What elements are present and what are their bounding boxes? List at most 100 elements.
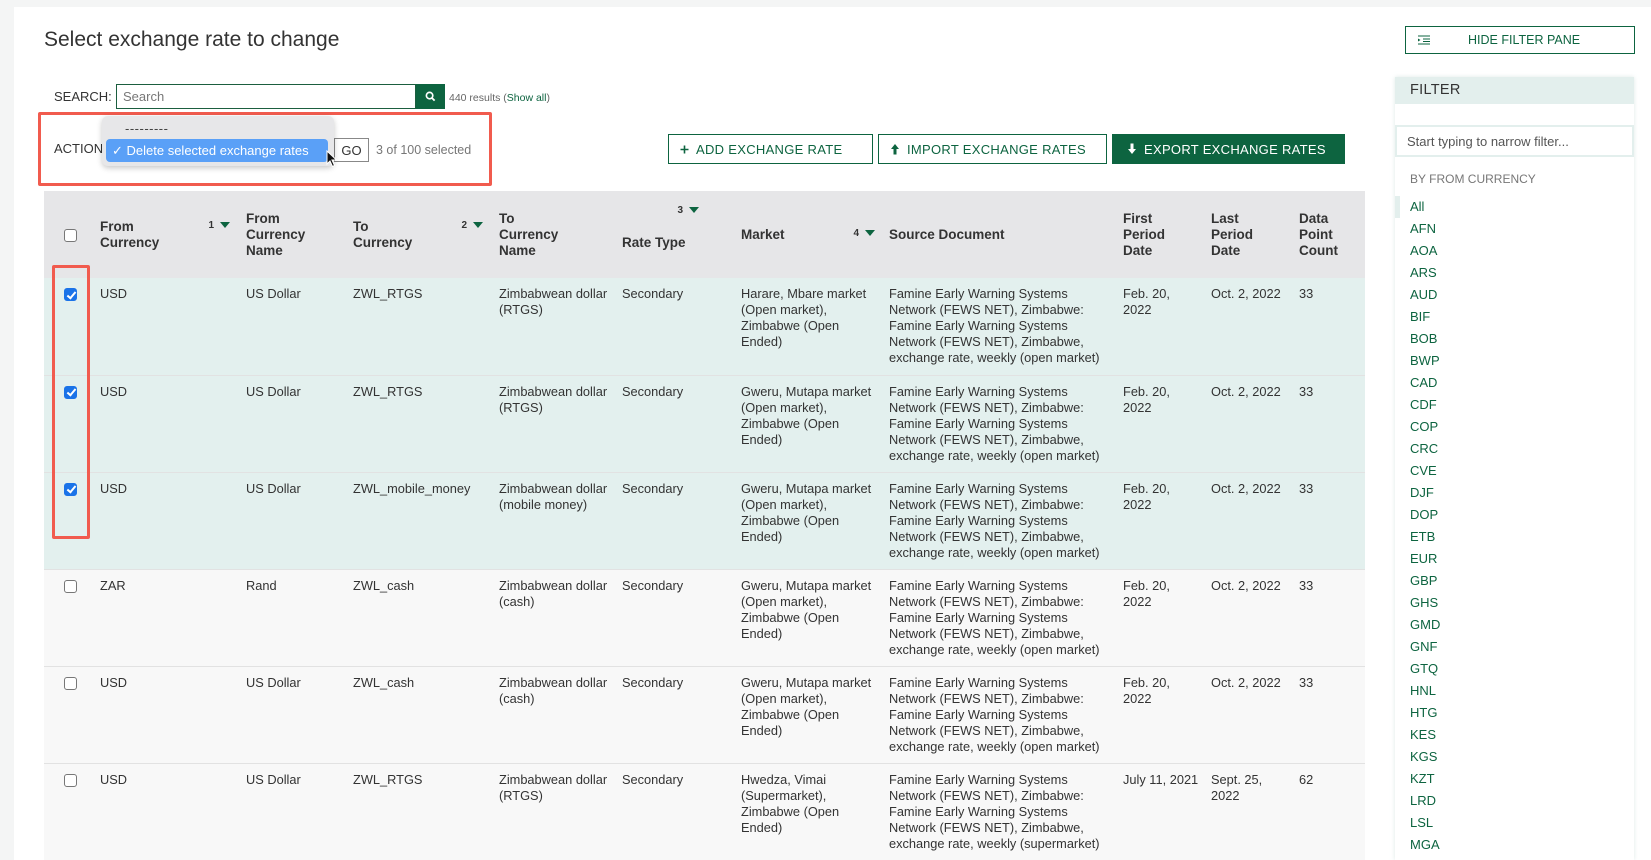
filter-item-cad[interactable]: CAD [1395, 372, 1634, 394]
column-header-to-currency[interactable]: To Currency 2 [347, 191, 493, 278]
filter-item-mga[interactable]: MGA [1395, 834, 1634, 856]
cell-rate-type: Secondary [616, 278, 735, 376]
plus-icon [680, 145, 689, 154]
table-header-row: From Currency 1 From Currency Name To Cur… [44, 191, 1365, 278]
column-header-last-period-date[interactable]: Last Period Date [1205, 191, 1293, 278]
filter-search-input[interactable] [1395, 125, 1634, 157]
filter-item-all[interactable]: All [1395, 196, 1634, 218]
search-button[interactable] [416, 84, 445, 109]
filter-item-lsl[interactable]: LSL [1395, 812, 1634, 834]
cell-to-currency: ZWL_RTGS [347, 763, 493, 860]
cell-last-period-date: Oct. 2, 2022 [1205, 278, 1293, 376]
filter-item-ars[interactable]: ARS [1395, 262, 1634, 284]
filter-item-bif[interactable]: BIF [1395, 306, 1634, 328]
action-option-delete[interactable]: ✓ Delete selected exchange rates [106, 139, 328, 162]
filter-item-aoa[interactable]: AOA [1395, 240, 1634, 262]
annotation-highlight-checkboxes [52, 265, 90, 539]
cell-first-period-date: Feb. 20, 2022 [1117, 569, 1205, 667]
filter-item-htg[interactable]: HTG [1395, 702, 1634, 724]
action-option-blank[interactable]: --------- [125, 121, 168, 136]
filter-item-djf[interactable]: DJF [1395, 482, 1634, 504]
filter-item-gnf[interactable]: GNF [1395, 636, 1634, 658]
cell-to-currency: ZWL_RTGS [347, 375, 493, 473]
filter-item-gmd[interactable]: GMD [1395, 614, 1634, 636]
column-header-market[interactable]: Market 4 [735, 191, 883, 278]
cell-to-currency-name: Zimbabwean dollar (RTGS) [493, 375, 616, 473]
go-button[interactable]: GO [334, 138, 369, 162]
add-exchange-rate-button[interactable]: ADD EXCHANGE RATE [668, 134, 873, 164]
filter-item-cdf[interactable]: CDF [1395, 394, 1634, 416]
cell-source-document: Famine Early Warning Systems Network (FE… [883, 472, 1117, 570]
filter-item-cop[interactable]: COP [1395, 416, 1634, 438]
column-header-from-currency[interactable]: From Currency 1 [94, 191, 240, 278]
filter-title: FILTER [1395, 77, 1634, 104]
column-header-source-document[interactable]: Source Document [883, 191, 1117, 278]
sort-indicator[interactable]: 2 [461, 218, 483, 234]
column-header-data-point-count[interactable]: Data Point Count [1293, 191, 1365, 278]
filter-item-kgs[interactable]: KGS [1395, 746, 1634, 768]
cell-market: Gweru, Mutapa market (Open market), Zimb… [735, 375, 883, 473]
cell-from-currency[interactable]: ZAR [94, 569, 240, 667]
column-header-label: Source Document [889, 226, 1005, 242]
table-row[interactable]: USD US Dollar ZWL_RTGS Zimbabwean dollar (R… [44, 375, 1365, 473]
search-input[interactable] [116, 84, 416, 109]
filter-item-gbp[interactable]: GBP [1395, 570, 1634, 592]
row-checkbox[interactable] [64, 676, 77, 690]
filter-item-kes[interactable]: KES [1395, 724, 1634, 746]
column-header-label: Rate Type [622, 234, 686, 250]
table-row[interactable]: USD US Dollar ZWL_mobile_money Zimbabwean d… [44, 472, 1365, 570]
column-header-label: From Currency Name [246, 210, 306, 258]
filter-item-ghs[interactable]: GHS [1395, 592, 1634, 614]
cell-from-currency[interactable]: USD [94, 278, 240, 376]
mouse-cursor-icon [326, 150, 338, 168]
column-header-from-currency-name[interactable]: From Currency Name [240, 191, 347, 278]
filter-item-hnl[interactable]: HNL [1395, 680, 1634, 702]
cell-market: Gweru, Mutapa market (Open market), Zimb… [735, 666, 883, 764]
table-row[interactable]: USD US Dollar ZWL_cash Zimbabwean dollar (c… [44, 666, 1365, 764]
cell-to-currency: ZWL_cash [347, 569, 493, 667]
cell-from-currency[interactable]: USD [94, 666, 240, 764]
cell-data-point-count: 33 [1293, 278, 1365, 376]
column-header-rate-type[interactable]: Rate Type 3 [616, 191, 735, 278]
cell-from-currency-name: US Dollar [240, 375, 347, 473]
sort-desc-icon [865, 230, 875, 237]
row-checkbox[interactable] [64, 773, 77, 787]
column-header-to-currency-name[interactable]: To Currency Name [493, 191, 616, 278]
sort-indicator[interactable]: 3 [677, 203, 699, 219]
cell-from-currency-name: US Dollar [240, 666, 347, 764]
export-exchange-rates-button[interactable]: EXPORT EXCHANGE RATES [1112, 134, 1345, 164]
column-header-first-period-date[interactable]: First Period Date [1117, 191, 1205, 278]
filter-item-dop[interactable]: DOP [1395, 504, 1634, 526]
row-select-cell [44, 666, 94, 764]
cell-data-point-count: 33 [1293, 666, 1365, 764]
sort-indicator[interactable]: 1 [208, 218, 230, 234]
filter-item-lrd[interactable]: LRD [1395, 790, 1634, 812]
filter-item-afn[interactable]: AFN [1395, 218, 1634, 240]
row-checkbox[interactable] [64, 579, 77, 593]
filter-item-crc[interactable]: CRC [1395, 438, 1634, 460]
row-select-cell [44, 763, 94, 860]
hide-filter-pane-button[interactable]: HIDE FILTER PANE [1405, 26, 1635, 54]
cell-from-currency[interactable]: USD [94, 375, 240, 473]
cell-to-currency: ZWL_mobile_money [347, 472, 493, 570]
cell-from-currency-name: US Dollar [240, 763, 347, 860]
select-all-checkbox[interactable] [64, 228, 77, 242]
import-exchange-rates-button[interactable]: IMPORT EXCHANGE RATES [878, 134, 1107, 164]
table-row[interactable]: USD US Dollar ZWL_RTGS Zimbabwean dollar (R… [44, 763, 1365, 860]
table-row[interactable]: USD US Dollar ZWL_RTGS Zimbabwean dollar (R… [44, 278, 1365, 376]
filter-item-etb[interactable]: ETB [1395, 526, 1634, 548]
filter-item-bwp[interactable]: BWP [1395, 350, 1634, 372]
filter-item-aud[interactable]: AUD [1395, 284, 1634, 306]
sort-indicator[interactable]: 4 [853, 226, 875, 242]
filter-item-kzt[interactable]: KZT [1395, 768, 1634, 790]
filter-item-eur[interactable]: EUR [1395, 548, 1634, 570]
table-row[interactable]: ZAR Rand ZWL_cash Zimbabwean dollar (cash) S… [44, 569, 1365, 667]
action-select-dropdown[interactable]: --------- ✓ Delete selected exchange rat… [102, 116, 334, 166]
show-all-link[interactable]: Show all [507, 92, 547, 104]
filter-item-gtq[interactable]: GTQ [1395, 658, 1634, 680]
cell-from-currency[interactable]: USD [94, 763, 240, 860]
table-body: USD US Dollar ZWL_RTGS Zimbabwean dollar (R… [44, 278, 1365, 860]
filter-item-bob[interactable]: BOB [1395, 328, 1634, 350]
cell-from-currency[interactable]: USD [94, 472, 240, 570]
filter-item-cve[interactable]: CVE [1395, 460, 1634, 482]
